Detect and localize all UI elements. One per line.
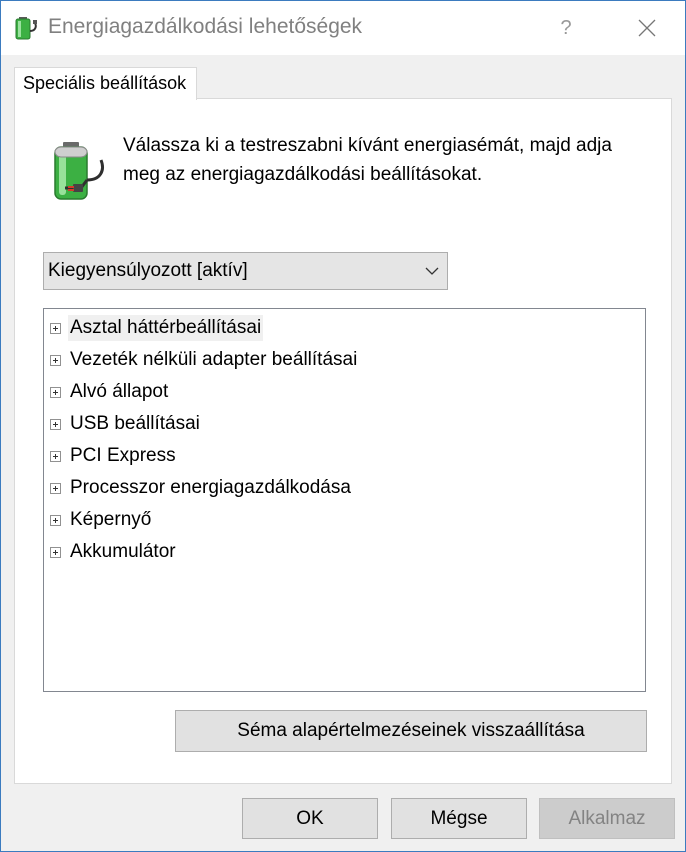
tree-item-label: Vezeték nélküli adapter beállításai	[70, 349, 358, 370]
expand-plus-icon[interactable]	[50, 483, 61, 494]
tree-item-label: USB beállításai	[70, 413, 200, 434]
window-title: Energiagazdálkodási lehetőségek	[48, 15, 363, 38]
power-plan-select[interactable]: Kiegyensúlyozott [aktív]	[43, 252, 448, 290]
restore-plan-defaults-button[interactable]: Séma alapértelmezéseinek visszaállítása	[175, 710, 647, 752]
cancel-button[interactable]: Mégse	[391, 798, 527, 839]
apply-button[interactable]: Alkalmaz	[539, 798, 675, 839]
tree-item-label: Alvó állapot	[70, 381, 169, 402]
close-icon	[638, 19, 656, 37]
expand-plus-icon[interactable]	[50, 323, 61, 334]
help-button[interactable]: ?	[546, 11, 586, 45]
settings-tree[interactable]: Asztal háttérbeállításai Vezeték nélküli…	[43, 308, 646, 692]
expand-plus-icon[interactable]	[50, 419, 61, 430]
tab-panel: Válassza ki a testreszabni kívánt energi…	[14, 98, 672, 784]
tree-item-label: Képernyő	[70, 509, 152, 530]
expand-plus-icon[interactable]	[50, 547, 61, 558]
tree-item-label: PCI Express	[70, 445, 176, 466]
expand-plus-icon[interactable]	[50, 451, 61, 462]
expand-plus-icon[interactable]	[50, 355, 61, 366]
tree-item-label: Processzor energiagazdálkodása	[70, 477, 351, 498]
expand-plus-icon[interactable]	[50, 515, 61, 526]
close-button[interactable]	[627, 11, 667, 45]
power-plan-select-value: Kiegyensúlyozott [aktív]	[48, 260, 248, 281]
tree-item-label: Asztal háttérbeállításai	[68, 315, 264, 341]
chevron-down-icon	[425, 267, 439, 275]
ok-button[interactable]: OK	[242, 798, 378, 839]
expand-plus-icon[interactable]	[50, 387, 61, 398]
title-bar: Energiagazdálkodási lehetőségek ?	[1, 1, 685, 55]
tree-item-label: Akkumulátor	[70, 541, 176, 562]
description-text: Válassza ki a testreszabni kívánt energi…	[123, 135, 612, 185]
power-options-dialog: Energiagazdálkodási lehetőségek ? Speciá…	[0, 0, 686, 852]
battery-plug-icon	[15, 17, 37, 40]
tab-advanced-settings[interactable]: Speciális beállítások	[14, 67, 197, 100]
battery-plug-icon	[54, 142, 104, 200]
